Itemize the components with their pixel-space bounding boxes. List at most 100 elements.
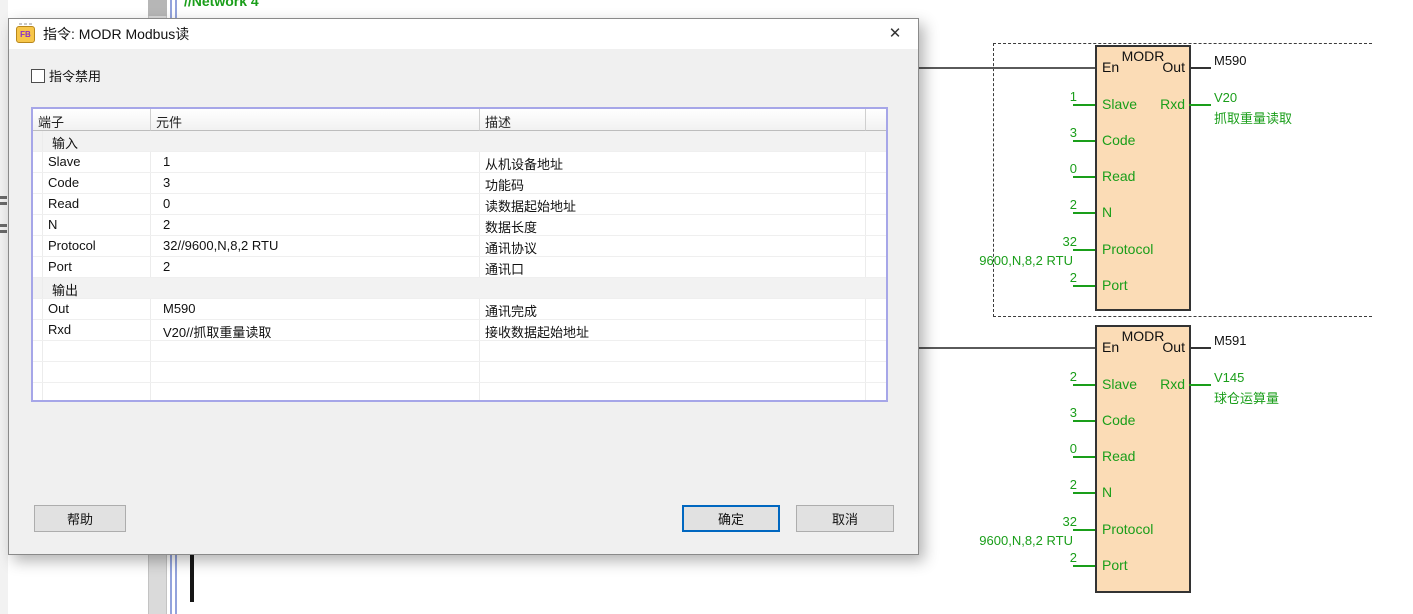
spacer-cell xyxy=(866,194,886,214)
pin-value[interactable]: 0 xyxy=(949,161,1077,176)
clipped-text-fragment xyxy=(0,230,7,233)
spacer-cell xyxy=(866,215,886,235)
terminal-cell: Port xyxy=(43,257,151,277)
row-selector-cell xyxy=(33,215,43,235)
pin-value[interactable]: 0 xyxy=(949,441,1077,456)
element-cell[interactable]: 32//9600,N,8,2 RTU xyxy=(151,236,480,256)
row-selector-cell xyxy=(33,257,43,277)
out-operand[interactable]: M591 xyxy=(1214,333,1247,348)
cancel-button[interactable]: 取消 xyxy=(796,505,894,532)
spacer-cell xyxy=(866,236,886,256)
description-cell: 通讯口 xyxy=(480,257,866,277)
pin-value[interactable]: 2 xyxy=(949,477,1077,492)
header-element[interactable]: 元件 xyxy=(151,109,480,131)
terminal-cell xyxy=(43,383,151,402)
dialog-titlebar[interactable]: FB 指令: MODR Modbus读 ✕ xyxy=(9,19,918,49)
spacer-cell xyxy=(866,362,886,382)
rxd-wire-stub xyxy=(1189,104,1211,106)
network-comment-label[interactable]: //Network 4 xyxy=(184,0,259,9)
spacer-cell xyxy=(866,299,886,319)
modr-function-block[interactable]: MODREnOutRxdSlaveCodeReadNProtocolPort xyxy=(1095,325,1191,593)
pin-label: N xyxy=(1102,204,1112,220)
terminal-cell: Protocol xyxy=(43,236,151,256)
rxd-pin-label: Rxd xyxy=(1160,376,1185,392)
element-cell[interactable]: M590 xyxy=(151,299,480,319)
table-row[interactable]: N2数据长度 xyxy=(33,215,886,236)
modr-function-block[interactable]: MODREnOutRxdSlaveCodeReadNProtocolPort xyxy=(1095,45,1191,311)
out-pin-label: Out xyxy=(1162,339,1185,355)
rxd-operand[interactable]: V145 xyxy=(1214,370,1244,385)
rxd-operand[interactable]: V20 xyxy=(1214,90,1237,105)
pin-label: N xyxy=(1102,484,1112,500)
pin-value[interactable]: 2 xyxy=(949,197,1077,212)
table-group-row[interactable]: 输出 xyxy=(33,278,886,299)
row-selector-cell xyxy=(33,362,43,382)
row-selector-cell xyxy=(33,152,43,172)
pin-label: Code xyxy=(1102,132,1135,148)
table-row[interactable]: Port2通讯口 xyxy=(33,257,886,278)
clipped-text-fragment xyxy=(0,224,7,227)
pin-value[interactable]: 32 xyxy=(949,514,1077,529)
terminal-cell: N xyxy=(43,215,151,235)
pin-wire-stub xyxy=(1073,420,1095,422)
element-cell[interactable]: 1 xyxy=(151,152,480,172)
header-description[interactable]: 描述 xyxy=(480,109,866,131)
checkbox-box[interactable] xyxy=(31,69,45,83)
ladder-power-rail xyxy=(190,553,194,602)
description-cell xyxy=(480,362,866,382)
out-operand[interactable]: M590 xyxy=(1214,53,1247,68)
table-group-row[interactable]: 输入 xyxy=(33,131,886,152)
spacer-cell xyxy=(866,341,886,361)
header-terminal[interactable]: 端子 xyxy=(33,109,151,131)
row-selector-cell xyxy=(33,320,43,340)
element-cell[interactable]: 0 xyxy=(151,194,480,214)
row-selector-cell xyxy=(33,341,43,361)
pin-label: Port xyxy=(1102,277,1128,293)
terminal-cell xyxy=(43,341,151,361)
scrollbar-thumb[interactable] xyxy=(148,0,167,16)
description-cell: 从机设备地址 xyxy=(480,152,866,172)
help-button[interactable]: 帮助 xyxy=(34,505,126,532)
table-row[interactable]: RxdV20//抓取重量读取接收数据起始地址 xyxy=(33,320,886,341)
element-cell[interactable]: 2 xyxy=(151,215,480,235)
pin-label: Code xyxy=(1102,412,1135,428)
pin-wire-stub xyxy=(1073,456,1095,458)
pin-value[interactable]: 32 xyxy=(949,234,1077,249)
description-cell: 功能码 xyxy=(480,173,866,193)
ok-button[interactable]: 确定 xyxy=(682,505,780,532)
pin-value[interactable]: 3 xyxy=(949,405,1077,420)
table-empty-row[interactable] xyxy=(33,341,886,362)
table-row[interactable]: Slave1从机设备地址 xyxy=(33,152,886,173)
spacer-cell xyxy=(866,173,886,193)
close-icon[interactable]: ✕ xyxy=(882,22,908,46)
param-table-body: 输入Slave1从机设备地址Code3功能码Read0读数据起始地址N2数据长度… xyxy=(33,131,886,402)
table-row[interactable]: OutM590通讯完成 xyxy=(33,299,886,320)
spacer-cell xyxy=(866,257,886,277)
element-cell xyxy=(151,341,480,361)
pin-value[interactable]: 1 xyxy=(949,89,1077,104)
pin-value[interactable]: 2 xyxy=(949,369,1077,384)
pin-label: Read xyxy=(1102,448,1135,464)
table-empty-row[interactable] xyxy=(33,383,886,402)
pin-value[interactable]: 2 xyxy=(949,270,1077,285)
table-row[interactable]: Protocol32//9600,N,8,2 RTU通讯协议 xyxy=(33,236,886,257)
disable-instruction-checkbox[interactable]: 指令禁用 xyxy=(31,66,101,85)
element-cell xyxy=(151,383,480,402)
table-row[interactable]: Read0读数据起始地址 xyxy=(33,194,886,215)
background-left-panel xyxy=(0,0,8,614)
row-selector-cell xyxy=(33,383,43,402)
pin-value[interactable]: 3 xyxy=(949,125,1077,140)
element-cell[interactable]: 2 xyxy=(151,257,480,277)
table-header-row: 端子 元件 描述 xyxy=(33,109,886,131)
pin-wire-stub xyxy=(1073,104,1095,106)
pin-value[interactable]: 2 xyxy=(949,550,1077,565)
parameter-table: 端子 元件 描述 输入Slave1从机设备地址Code3功能码Read0读数据起… xyxy=(31,107,888,402)
table-empty-row[interactable] xyxy=(33,362,886,383)
table-row[interactable]: Code3功能码 xyxy=(33,173,886,194)
pin-label: Protocol xyxy=(1102,241,1153,257)
row-selector-cell xyxy=(33,173,43,193)
element-cell[interactable]: 3 xyxy=(151,173,480,193)
pin-label: Protocol xyxy=(1102,521,1153,537)
element-cell[interactable]: V20//抓取重量读取 xyxy=(151,320,480,340)
checkbox-label: 指令禁用 xyxy=(49,66,101,85)
